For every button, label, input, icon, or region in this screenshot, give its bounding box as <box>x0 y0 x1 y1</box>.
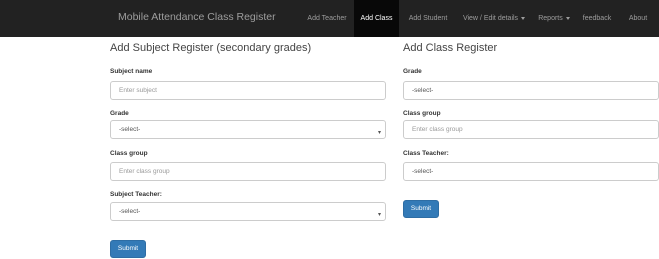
subject-teacher-select[interactable]: -select- ▾ <box>110 202 386 221</box>
nav-view-edit-details[interactable]: View / Edit details <box>458 0 530 37</box>
subject-teacher-value: -select- <box>119 208 141 215</box>
subject-name-label: Subject name <box>110 68 153 75</box>
class-grade-select[interactable]: -select- <box>403 81 659 100</box>
nav-add-student[interactable]: Add Student <box>404 0 452 37</box>
navbar-brand[interactable]: Mobile Attendance Class Register <box>118 11 276 23</box>
nav-reports[interactable]: Reports <box>533 0 575 37</box>
class-teacher-value: -select- <box>412 168 434 175</box>
class-teacher-label: Class Teacher: <box>403 150 449 157</box>
class-class-group-input[interactable]: Enter class group <box>403 120 659 139</box>
chevron-down-icon <box>521 16 526 20</box>
subject-class-group-input[interactable]: Enter class group <box>110 162 386 181</box>
subject-grade-value: -select- <box>119 126 141 133</box>
chevron-down-icon: ▾ <box>377 212 381 218</box>
class-form-heading: Add Class Register <box>403 42 498 54</box>
subject-class-group-label: Class group <box>110 150 148 157</box>
nav-add-class[interactable]: Add Class <box>354 0 399 37</box>
nav-view-edit-label: View / Edit details <box>462 15 519 22</box>
class-grade-value: -select- <box>412 87 434 94</box>
nav-add-teacher[interactable]: Add Teacher <box>302 0 352 37</box>
subject-form-heading: Add Subject Register (secondary grades) <box>110 42 312 54</box>
subject-grade-select[interactable]: -select- ▾ <box>110 120 386 139</box>
navbar: Mobile Attendance Class Register Add Tea… <box>0 0 659 37</box>
class-teacher-select[interactable]: -select- <box>403 162 659 181</box>
subject-teacher-label: Subject Teacher: <box>110 191 162 198</box>
subject-submit-button[interactable]: Submit <box>110 240 146 258</box>
class-class-group-label: Class group <box>403 110 441 117</box>
chevron-down-icon: ▾ <box>377 130 381 136</box>
class-grade-label: Grade <box>403 68 422 75</box>
chevron-down-icon <box>565 16 570 20</box>
subject-name-input[interactable]: Enter subject <box>110 81 386 100</box>
nav-feedback[interactable]: feedback <box>578 0 616 37</box>
subject-grade-label: Grade <box>110 110 129 117</box>
nav-about[interactable]: About <box>623 0 653 37</box>
class-submit-button[interactable]: Submit <box>403 200 439 218</box>
nav-reports-label: Reports <box>538 15 563 22</box>
